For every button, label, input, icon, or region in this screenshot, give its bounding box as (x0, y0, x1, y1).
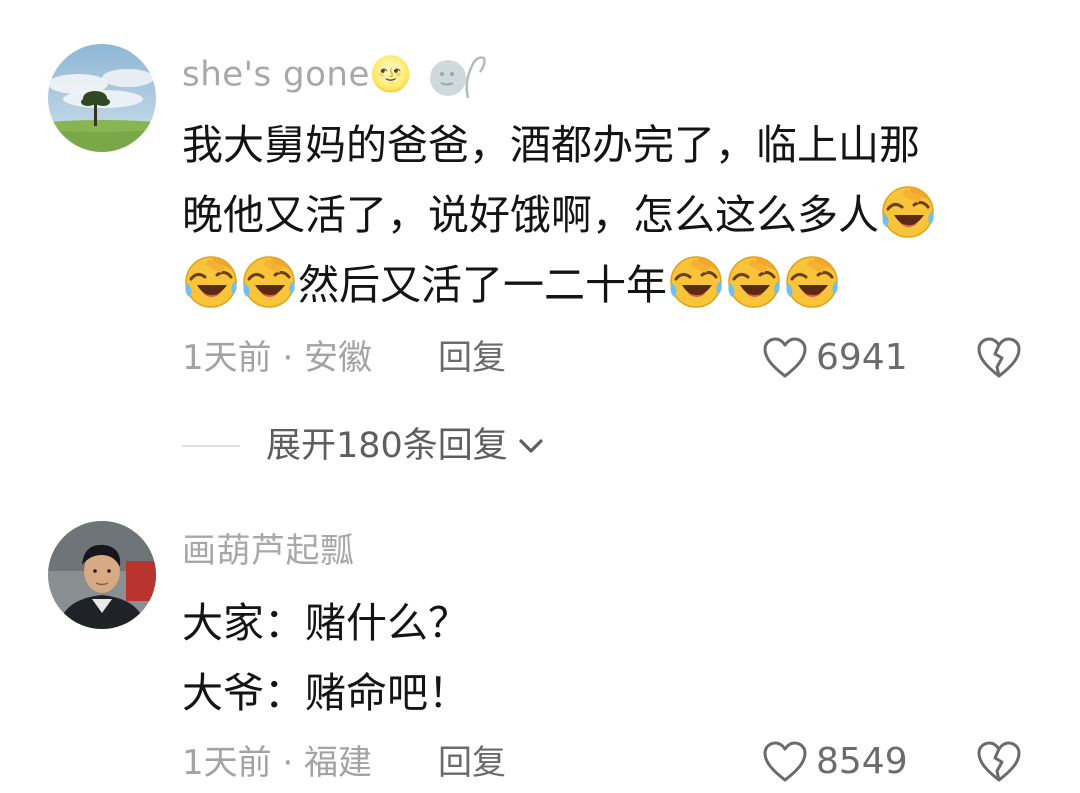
reply-button[interactable]: 回复 (438, 338, 506, 378)
laughing-crying-emoji (668, 253, 724, 309)
comment-item: 画葫芦起瓢 大家：赌什么？ 大爷：赌命吧！ 1天前 · 福建 回复 8549 (0, 500, 1080, 793)
comment-line-text: 我大舅妈的爸爸，酒都办完了，临上山那 (182, 121, 920, 169)
comment-meta: 1天前 · 安徽 (182, 338, 373, 378)
avatar[interactable] (48, 44, 156, 152)
like-button[interactable]: 8549 (762, 738, 908, 786)
expand-replies-row: 展开180条回复 (182, 424, 546, 468)
comment-body: 我大舅妈的爸爸，酒都办完了，临上山那 晚他又活了，说好饿啊，怎么这么多人 然后又… (182, 110, 1022, 320)
moon-face-icon (430, 56, 486, 99)
avatar-person-image (48, 521, 156, 629)
avatar[interactable] (48, 521, 156, 629)
broken-heart-icon (977, 337, 1021, 378)
broken-heart-icon (977, 741, 1021, 782)
comment-body: 大家：赌什么？ 大爷：赌命吧！ (182, 588, 1022, 728)
comment-line: 我大舅妈的爸爸，酒都办完了，临上山那 (182, 110, 1022, 180)
comment-meta: 1天前 · 福建 (182, 743, 373, 783)
laughing-crying-emoji (183, 253, 239, 309)
dislike-button[interactable] (975, 334, 1023, 382)
divider (182, 445, 240, 447)
like-count: 8549 (816, 741, 908, 782)
heart-outline-icon (763, 337, 807, 378)
like-count: 6941 (816, 337, 908, 378)
heart-outline-icon (763, 741, 807, 782)
comment-line: 然后又活了一二十年 (182, 250, 1022, 320)
username[interactable]: 画葫芦起瓢 (182, 531, 355, 571)
expand-replies-label: 展开180条回复 (266, 426, 508, 466)
laughing-crying-emoji (784, 253, 840, 309)
like-button[interactable]: 6941 (762, 334, 908, 382)
comment-line-text: 晚他又活了，说好饿啊，怎么这么多人 (182, 191, 879, 239)
laughing-crying-emoji (726, 253, 782, 309)
comment-item: she's gone🌝 我大舅妈的爸爸，酒都办完了，临上山那 晚他又活了，说好饿… (0, 0, 1080, 470)
username[interactable]: she's gone🌝 (182, 52, 488, 100)
username-text: she's gone🌝 (182, 54, 413, 95)
expand-replies-button[interactable]: 展开180条回复 (266, 426, 546, 466)
dislike-button[interactable] (975, 738, 1023, 786)
laughing-crying-emoji (880, 183, 936, 239)
comment-line: 晚他又活了，说好饿啊，怎么这么多人 (182, 180, 1022, 250)
reply-button[interactable]: 回复 (438, 743, 506, 783)
chevron-down-icon (519, 439, 543, 453)
comment-line-text: 然后又活了一二十年 (298, 261, 667, 309)
comment-line: 大爷：赌命吧！ (182, 669, 469, 717)
avatar-tree-image (48, 44, 156, 152)
laughing-crying-emoji (241, 253, 297, 309)
comment-line: 大家：赌什么？ (182, 599, 469, 647)
